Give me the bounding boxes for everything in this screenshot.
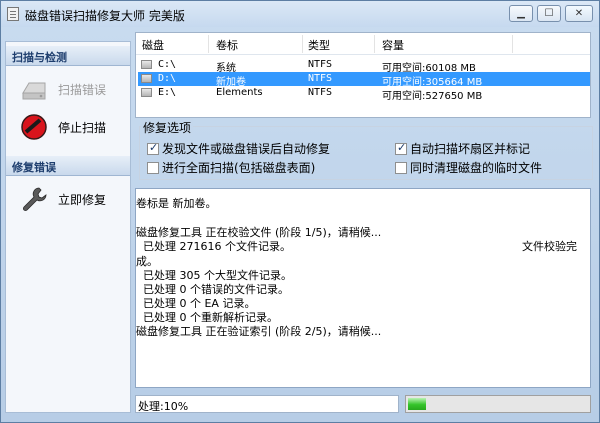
repair-options-title: 修复选项: [141, 119, 194, 136]
window-title: 磁盘错误扫描修复大师 完美版: [25, 9, 185, 23]
drive-type: NTFS: [308, 59, 333, 70]
col-disk[interactable]: 磁盘: [142, 37, 164, 53]
progress-fill: [408, 398, 426, 410]
log-line: 卷标是 新加卷。: [136, 197, 217, 210]
log-output[interactable]: 卷标是 新加卷。 磁盘修复工具 正在校验文件 (阶段 1/5)，请稍候... 已…: [135, 188, 591, 388]
drive-row[interactable]: C:\ 系统 NTFS 可用空间:60108 MB: [138, 58, 590, 74]
option-auto-repair-label: 发现文件或磁盘错误后自动修复: [162, 142, 331, 156]
drive-disk: D:\: [158, 73, 177, 84]
stop-scan-label: 停止扫描: [58, 121, 107, 135]
repair-now-label: 立即修复: [58, 193, 107, 207]
checkbox-full-scan[interactable]: [147, 162, 159, 174]
minimize-icon: ▁: [517, 8, 525, 19]
drive-list[interactable]: 磁盘 卷标 类型 容量 C:\ 系统 NTFS 可用空间:60108 MB D:…: [135, 32, 591, 118]
drive-label: Elements: [216, 87, 263, 98]
scan-errors-label: 扫描错误: [58, 83, 107, 97]
main-window: 磁盘错误扫描修复大师 完美版 ▁ ☐ ✕ 扫描与检测 扫描错误 停止扫描 修复错…: [0, 0, 600, 423]
option-full-scan-label: 进行全面扫描(包括磁盘表面): [162, 161, 316, 175]
log-floating-text: 文件校验完: [522, 240, 577, 253]
title-bar[interactable]: 磁盘错误扫描修复大师 完美版 ▁ ☐ ✕: [1, 1, 599, 27]
col-capacity[interactable]: 容量: [382, 37, 404, 53]
checkbox-auto-repair[interactable]: [147, 141, 159, 155]
col-type[interactable]: 类型: [308, 37, 330, 53]
drive-list-header: 磁盘 卷标 类型 容量: [136, 33, 590, 55]
option-full-scan[interactable]: 进行全面扫描(包括磁盘表面): [147, 159, 315, 176]
stop-icon: [21, 114, 47, 140]
close-icon: ✕: [574, 8, 584, 19]
option-bad-sectors[interactable]: 自动扫描坏扇区并标记: [395, 140, 530, 157]
drive-disk: E:\: [158, 87, 177, 98]
drive-row[interactable]: D:\ 新加卷 NTFS 可用空间:305664 MB: [138, 72, 590, 88]
drive-type: NTFS: [308, 87, 333, 98]
minimize-button[interactable]: ▁: [509, 5, 533, 22]
progress-bar: [405, 395, 591, 413]
drive-disk: C:\: [158, 59, 177, 70]
drive-icon: [141, 88, 152, 97]
option-clean-temp[interactable]: 同时清理磁盘的临时文件: [395, 159, 542, 176]
drive-capacity: 可用空间:527650 MB: [382, 91, 483, 102]
stop-scan-button[interactable]: 停止扫描: [16, 110, 128, 144]
drive-type: NTFS: [308, 73, 333, 84]
scan-errors-button[interactable]: 扫描错误: [16, 72, 128, 106]
log-line: 已处理 271616 个文件记录。: [136, 240, 291, 253]
checkbox-bad-sectors[interactable]: [395, 141, 407, 155]
maximize-icon: ☐: [544, 8, 554, 19]
drive-icon: [141, 60, 152, 69]
checkbox-clean-temp[interactable]: [395, 162, 407, 174]
log-line: 磁盘修复工具 正在验证索引 (阶段 2/5)，请稍候...: [136, 325, 382, 338]
section-scan-detect: 扫描与检测: [6, 46, 130, 66]
disk-scan-icon: [22, 82, 46, 100]
col-label[interactable]: 卷标: [216, 37, 238, 53]
option-auto-repair[interactable]: 发现文件或磁盘错误后自动修复: [147, 140, 330, 157]
option-clean-temp-label: 同时清理磁盘的临时文件: [410, 161, 543, 175]
repair-now-button[interactable]: 立即修复: [16, 182, 128, 216]
sidebar: 扫描与检测 扫描错误 停止扫描 修复错误 立即修复: [5, 41, 131, 413]
wrench-icon: [23, 187, 47, 211]
close-button[interactable]: ✕: [565, 5, 593, 22]
drive-icon: [141, 74, 152, 83]
status-text: 处理:10%: [135, 395, 399, 413]
drive-row[interactable]: E:\ Elements NTFS 可用空间:527650 MB: [138, 86, 590, 102]
maximize-button[interactable]: ☐: [537, 5, 561, 22]
section-repair: 修复错误: [6, 156, 130, 176]
app-icon: [7, 7, 19, 21]
option-bad-sectors-label: 自动扫描坏扇区并标记: [410, 142, 531, 156]
